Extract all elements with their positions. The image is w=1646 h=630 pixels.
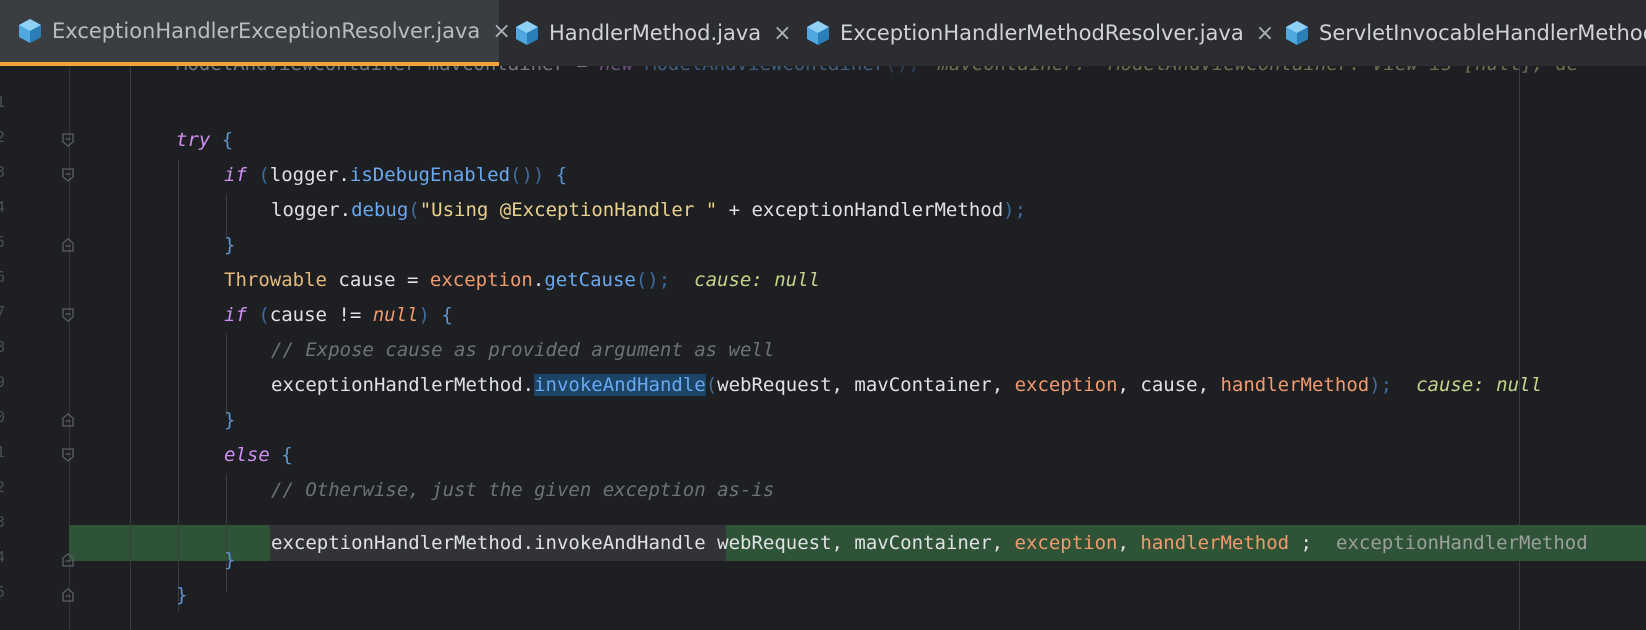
- code-token: exception: [429, 269, 533, 291]
- code-token: );: [1369, 374, 1393, 396]
- code-token: {: [269, 444, 293, 466]
- code-token: isDebugEnabled: [349, 164, 511, 186]
- code-line: // Expose cause as provided argument as …: [0, 332, 1646, 368]
- code-token: ): [418, 304, 442, 326]
- code-token: {: [441, 304, 453, 326]
- inline-debug-value: mavContainer: "ModelAndViewContainer: Vi…: [938, 66, 1579, 75]
- code-token: }: [176, 584, 188, 606]
- tab-handler-method[interactable]: HandlerMethod.java ×: [515, 0, 792, 66]
- code-token: logger.: [271, 199, 352, 221]
- java-class-icon: [19, 19, 41, 43]
- code-line: else {: [0, 437, 1646, 473]
- close-tab-icon[interactable]: ×: [492, 19, 510, 44]
- code-token: .: [338, 164, 350, 186]
- code-line: Throwable cause = exception.getCause(); c…: [0, 262, 1646, 298]
- code-token: ();: [885, 66, 919, 75]
- code-token: if: [224, 164, 247, 186]
- code-token: {: [555, 164, 568, 186]
- code-line: try {: [0, 122, 1646, 158]
- code-token: ()): [510, 164, 556, 186]
- code-token: }: [224, 549, 236, 571]
- code-token: + exceptionHandlerMethod: [717, 199, 1004, 221]
- tab-label: ExceptionHandlerExceptionResolver.java: [52, 19, 481, 43]
- code-line: }: [0, 542, 1646, 578]
- java-class-icon: [1286, 21, 1308, 45]
- code-token: Throwable: [224, 269, 327, 291]
- code-token: , cause,: [1117, 374, 1221, 396]
- code-token: ModelAndViewContainer: [645, 66, 885, 75]
- code-comment: // Otherwise, just the given exception a…: [271, 479, 775, 501]
- code-token: else: [224, 444, 270, 466]
- code-token: }: [224, 409, 236, 431]
- code-line: if (cause != null) {: [0, 297, 1646, 333]
- code-token: .: [532, 269, 545, 291]
- code-token: getCause: [544, 269, 636, 291]
- tab-label: ExceptionHandlerMethodResolver.java: [840, 21, 1244, 45]
- java-class-icon: [516, 21, 538, 45]
- close-tab-icon[interactable]: ×: [1256, 21, 1274, 46]
- editor-tab-bar: ExceptionHandlerExceptionResolver.java ×…: [0, 0, 1646, 67]
- tab-label: HandlerMethod.java: [549, 21, 762, 45]
- code-token: if: [224, 304, 247, 326]
- code-token: "Using @ExceptionHandler ": [419, 199, 718, 221]
- code-token: exception: [1014, 374, 1118, 396]
- tab-servlet-invocable-handler-method[interactable]: ServletInvocableHandlerMethod.java: [1285, 0, 1646, 66]
- code-token: {: [210, 129, 234, 151]
- code-line: // Otherwise, just the given exception a…: [0, 472, 1646, 508]
- code-token: (: [408, 199, 420, 221]
- close-tab-icon[interactable]: ×: [773, 21, 791, 46]
- code-token: (: [246, 164, 270, 186]
- code-line: }: [0, 577, 1646, 613]
- code-line: exceptionHandlerMethod.invokeAndHandle(w…: [0, 367, 1646, 403]
- tab-exception-handler-method-resolver[interactable]: ExceptionHandlerMethodResolver.java ×: [806, 0, 1274, 66]
- code-token: ();: [635, 269, 671, 291]
- code-token: webRequest, mavContainer,: [717, 374, 1015, 396]
- code-token: }: [224, 234, 236, 256]
- tab-label: ServletInvocableHandlerMethod.java: [1319, 21, 1646, 45]
- code-token: null: [372, 304, 419, 326]
- java-class-icon: [807, 21, 829, 45]
- code-token: try: [176, 129, 211, 151]
- code-token: (: [246, 304, 270, 326]
- code-token: cause !=: [269, 304, 373, 326]
- code-token: handlerMethod: [1220, 374, 1370, 396]
- code-editor[interactable]: 1 2 3 4 5 6 7 8 9 0 1 2 3 4 5 ModelAndVi…: [0, 66, 1646, 630]
- tab-exception-handler-exception-resolver[interactable]: ExceptionHandlerExceptionResolver.java ×: [0, 0, 511, 66]
- code-line: if (logger.isDebugEnabled()) {: [0, 157, 1646, 193]
- code-token: exceptionHandlerMethod.: [271, 374, 535, 396]
- code-token: );: [1003, 199, 1027, 221]
- code-token: debug: [351, 199, 409, 221]
- code-line: logger.debug("Using @ExceptionHandler " …: [0, 192, 1646, 228]
- code-token: logger: [269, 164, 339, 186]
- inline-debug-value: cause: null: [1416, 374, 1542, 396]
- code-token: new: [599, 66, 645, 75]
- selected-method-token[interactable]: invokeAndHandle: [534, 374, 706, 396]
- code-line: }: [0, 227, 1646, 263]
- inline-debug-value: cause: null: [694, 269, 820, 291]
- code-line: ModelAndViewContainer mavContainer = new…: [0, 66, 1646, 82]
- code-token: ModelAndViewContainer mavContainer =: [176, 66, 599, 75]
- code-comment: // Expose cause as provided argument as …: [271, 339, 775, 361]
- code-line: }: [0, 402, 1646, 438]
- code-token: cause =: [326, 269, 430, 291]
- code-token: (: [705, 374, 718, 396]
